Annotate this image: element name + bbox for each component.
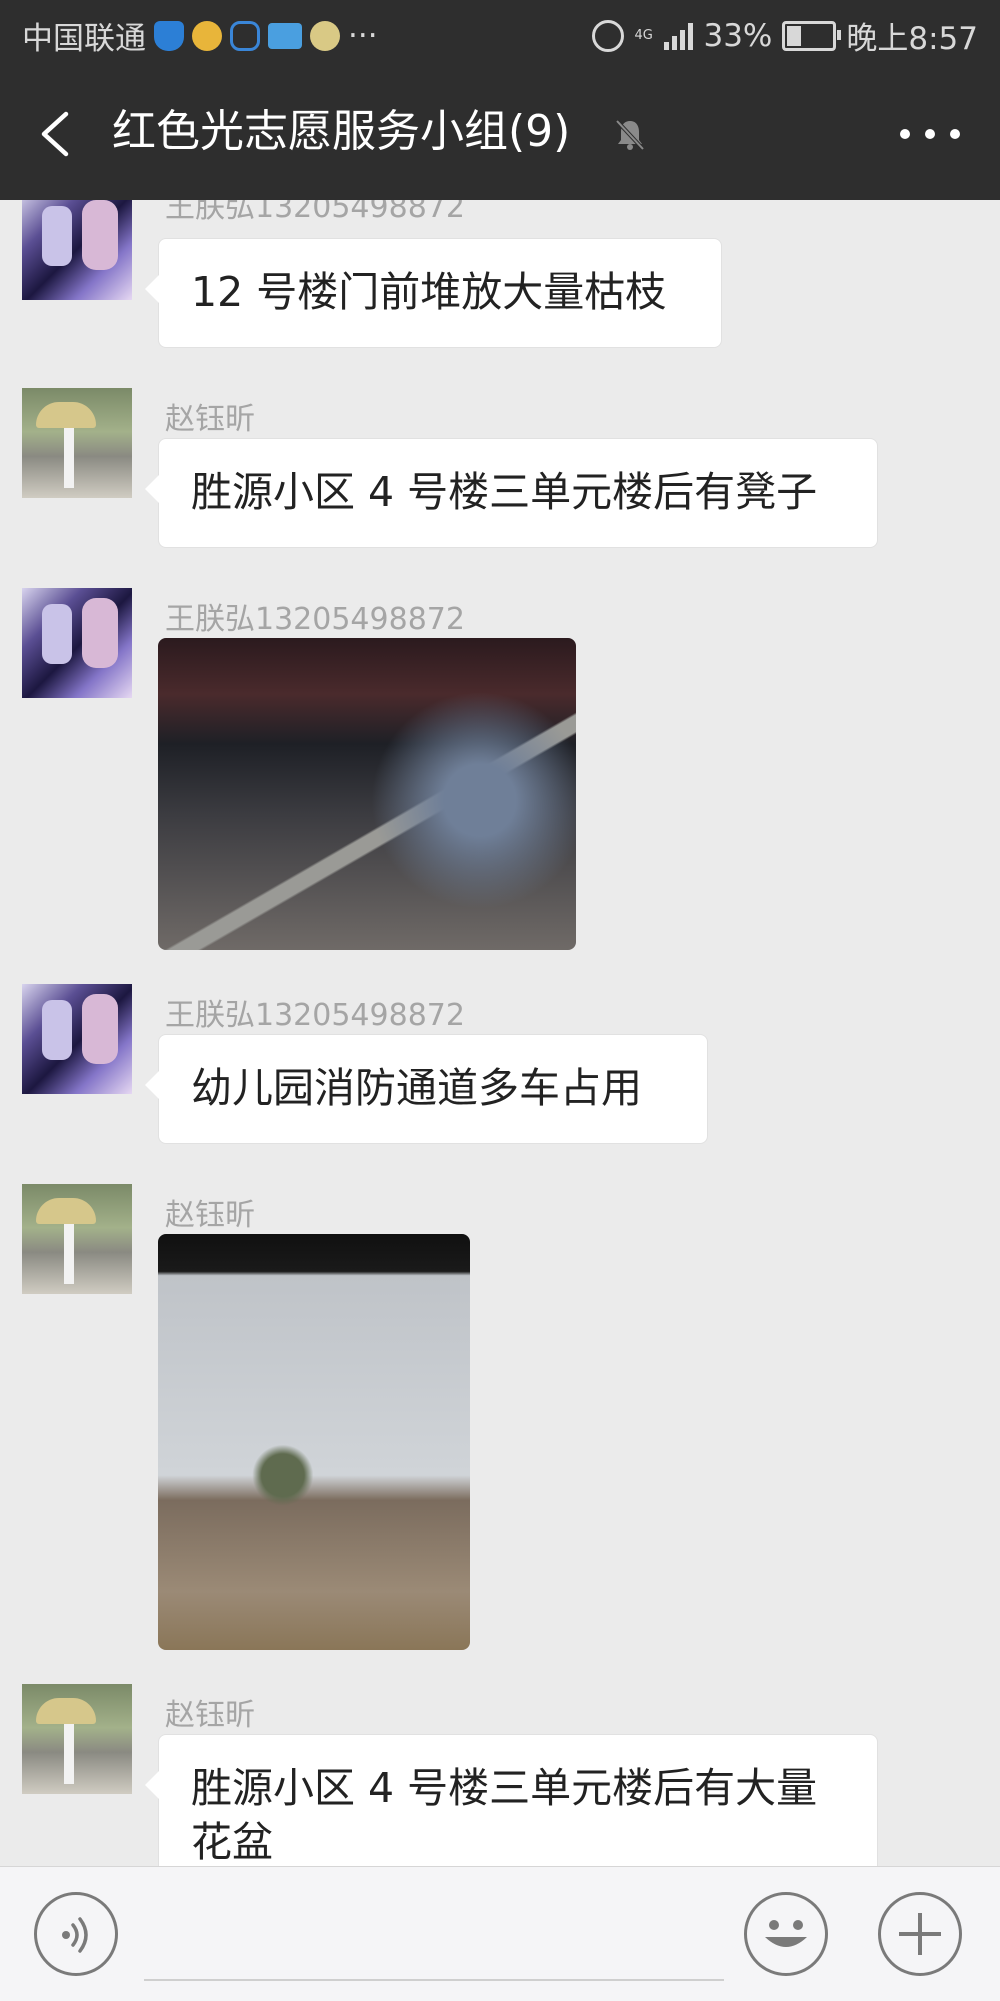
emoji-icon[interactable] — [744, 1892, 828, 1976]
sender-name: 王朕弘13205498872 — [165, 602, 465, 637]
status-bar: 中国联通 ··· 4G 33% 晚上8:57 — [0, 0, 1000, 66]
more-notifications-indicator: ··· — [348, 17, 378, 54]
back-arrow-icon[interactable] — [36, 110, 76, 158]
card-icon — [268, 22, 302, 49]
sender-name: 赵钰昕 — [165, 1198, 255, 1233]
carrier-label: 中国联通 — [22, 21, 146, 57]
mute-bell-icon — [615, 119, 645, 151]
alarm-icon — [592, 19, 625, 52]
plus-icon[interactable] — [878, 1892, 962, 1976]
shield-icon — [154, 20, 184, 51]
night-street-photo[interactable] — [158, 638, 576, 950]
more-icon[interactable] — [900, 116, 960, 152]
battery-percent: 33% — [703, 17, 773, 54]
sender-name: 王朕弘13205498872 — [165, 998, 465, 1033]
sender-avatar[interactable] — [22, 984, 132, 1094]
message-list[interactable]: 王朕弘13205498872 12 号楼门前堆放大量枯枝 赵钰昕 胜源小区 4 … — [0, 200, 1000, 1866]
clock-time: 晚上8:57 — [846, 21, 978, 57]
signal-icon — [664, 22, 694, 50]
chat-header: 红色光志愿服务小组(9) — [0, 66, 1000, 200]
round-app-icon — [310, 20, 340, 51]
sender-avatar[interactable] — [22, 388, 132, 498]
battery-icon — [782, 20, 842, 51]
wall-flowerpot-photo[interactable] — [158, 1234, 470, 1650]
sender-name: 赵钰昕 — [165, 1698, 255, 1733]
network-type-label: 4G — [634, 28, 653, 43]
message-input[interactable] — [144, 1979, 724, 1981]
sender-avatar[interactable] — [22, 200, 132, 300]
message-bubble[interactable]: 胜源小区 4 号楼三单元楼后有大量花盆 — [145, 1734, 878, 1866]
shopping-bag-icon — [230, 20, 260, 51]
sender-avatar[interactable] — [22, 1684, 132, 1794]
input-bar — [0, 1866, 1000, 2001]
message-bubble[interactable]: 幼儿园消防通道多车占用 — [145, 1034, 708, 1144]
message-bubble[interactable]: 胜源小区 4 号楼三单元楼后有凳子 — [145, 438, 878, 548]
message-bubble[interactable]: 12 号楼门前堆放大量枯枝 — [145, 238, 722, 348]
mail-icon — [192, 20, 222, 51]
group-title: 红色光志愿服务小组(9) — [112, 106, 571, 157]
voice-icon[interactable] — [34, 1892, 118, 1976]
sender-name: 王朕弘13205498872 — [165, 200, 465, 225]
sender-avatar[interactable] — [22, 1184, 132, 1294]
sender-name: 赵钰昕 — [165, 402, 255, 437]
sender-avatar[interactable] — [22, 588, 132, 698]
